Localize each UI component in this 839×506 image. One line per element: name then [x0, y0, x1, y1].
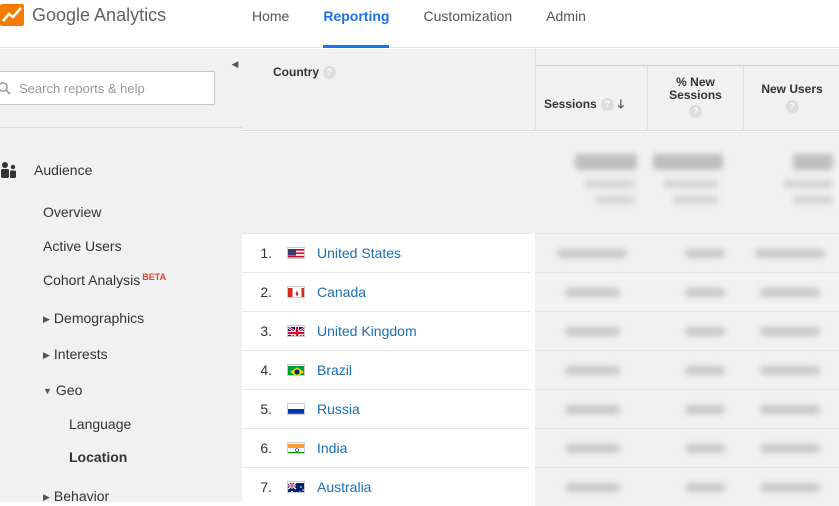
report-table: Country? Sessions? 🡓 % New Sessions ? New… [242, 49, 839, 506]
header-country[interactable]: Country? [273, 65, 336, 79]
table-row: 3. United Kingdom [242, 311, 839, 350]
flag-ru-icon [287, 403, 305, 415]
sidebar-item-demographics[interactable]: ▶ Demographics [43, 310, 144, 326]
sidebar: ◀ Audience Overview Active Users Cohort … [0, 49, 242, 504]
sidebar-item-audience[interactable]: Audience [0, 161, 92, 179]
table-row: 7. Australia [242, 467, 839, 506]
blurred-metrics [535, 311, 839, 350]
country-link[interactable]: India [317, 440, 347, 456]
row-rank: 2. [260, 284, 272, 300]
pct-new-label-2: Sessions [669, 88, 722, 102]
row-rank: 7. [260, 479, 272, 495]
sidebar-item-language[interactable]: Language [69, 416, 131, 432]
nav-home[interactable]: Home [252, 0, 289, 48]
blurred-metrics [535, 389, 839, 428]
sidebar-item-active-users[interactable]: Active Users [43, 238, 122, 254]
row-rank: 6. [260, 440, 272, 456]
table-row: 6. India [242, 428, 839, 467]
country-link[interactable]: Canada [317, 284, 366, 300]
analytics-logo-icon [0, 4, 26, 26]
sidebar-item-geo[interactable]: ▼ Geo [43, 382, 82, 398]
main-nav: Home Reporting Customization Admin [252, 0, 620, 48]
table-row: 2. Canada [242, 272, 839, 311]
sessions-header-label: Sessions [544, 97, 597, 111]
divider [0, 127, 242, 128]
metric-headers: Sessions? 🡓 % New Sessions ? New Users ? [535, 49, 839, 131]
beta-badge: BETA [142, 272, 167, 282]
help-icon[interactable]: ? [600, 98, 614, 111]
search-icon [0, 81, 11, 95]
blurred-metrics [535, 272, 839, 311]
cohort-label: Cohort Analysis [43, 272, 141, 288]
search-input[interactable] [19, 80, 199, 96]
help-icon[interactable]: ? [689, 105, 702, 118]
blurred-totals [535, 132, 839, 233]
flag-au-icon [287, 481, 305, 493]
country-link[interactable]: United States [317, 245, 401, 261]
row-rank: 4. [260, 362, 272, 378]
totals-row [242, 132, 839, 233]
header-pct-new-sessions[interactable]: % New Sessions ? [647, 66, 743, 131]
collapse-sidebar-icon[interactable]: ◀ [228, 53, 242, 75]
nav-admin[interactable]: Admin [546, 0, 586, 48]
country-link[interactable]: Russia [317, 401, 360, 417]
flag-us-icon [287, 247, 305, 259]
sidebar-item-cohort-analysis[interactable]: Cohort Analysis BETA [43, 272, 166, 288]
table-row: 1. United States [242, 233, 839, 272]
blurred-metrics [535, 233, 839, 272]
header-sessions[interactable]: Sessions? 🡓 [536, 66, 647, 131]
country-link[interactable]: Brazil [317, 362, 352, 378]
new-users-label: New Users [761, 82, 823, 96]
sort-desc-icon[interactable]: 🡓 [618, 95, 624, 116]
help-icon[interactable]: ? [323, 66, 336, 79]
expand-right-icon: ▶ [43, 350, 50, 360]
interests-label: Interests [53, 346, 108, 362]
country-header-label: Country [273, 65, 319, 79]
audience-label: Audience [34, 162, 93, 178]
top-bar: Google Analytics Home Reporting Customiz… [0, 0, 839, 48]
flag-gb-icon [287, 325, 305, 337]
flag-br-icon [287, 364, 305, 376]
expand-right-icon: ▶ [43, 492, 50, 502]
demographics-label: Demographics [53, 310, 145, 326]
sidebar-item-overview[interactable]: Overview [43, 204, 101, 220]
table-row: 4. Brazil [242, 350, 839, 389]
blurred-metrics [535, 350, 839, 389]
nav-customization[interactable]: Customization [423, 0, 512, 48]
expand-right-icon: ▶ [43, 314, 50, 324]
expand-down-icon: ▼ [43, 386, 52, 396]
country-link[interactable]: United Kingdom [317, 323, 417, 339]
table-header: Country? Sessions? 🡓 % New Sessions ? New… [242, 49, 839, 131]
blurred-metrics [535, 428, 839, 467]
nav-reporting[interactable]: Reporting [323, 0, 390, 48]
people-icon [0, 161, 18, 179]
ga-logo[interactable]: Google Analytics [0, 3, 166, 27]
row-rank: 3. [260, 323, 272, 339]
sidebar-item-interests[interactable]: ▶ Interests [43, 346, 108, 362]
blurred-metrics [535, 467, 839, 506]
table-row: 5. Russia [242, 389, 839, 428]
help-icon[interactable]: ? [785, 100, 799, 113]
flag-in-icon [287, 442, 305, 454]
row-rank: 1. [260, 245, 272, 261]
app-title: Google Analytics [32, 4, 167, 25]
flag-ca-icon [287, 286, 305, 298]
search-box[interactable] [0, 71, 215, 105]
header-new-users[interactable]: New Users ? [743, 66, 839, 131]
geo-label: Geo [55, 382, 83, 398]
country-link[interactable]: Australia [317, 479, 371, 495]
row-rank: 5. [260, 401, 272, 417]
sidebar-item-location[interactable]: Location [69, 449, 127, 465]
